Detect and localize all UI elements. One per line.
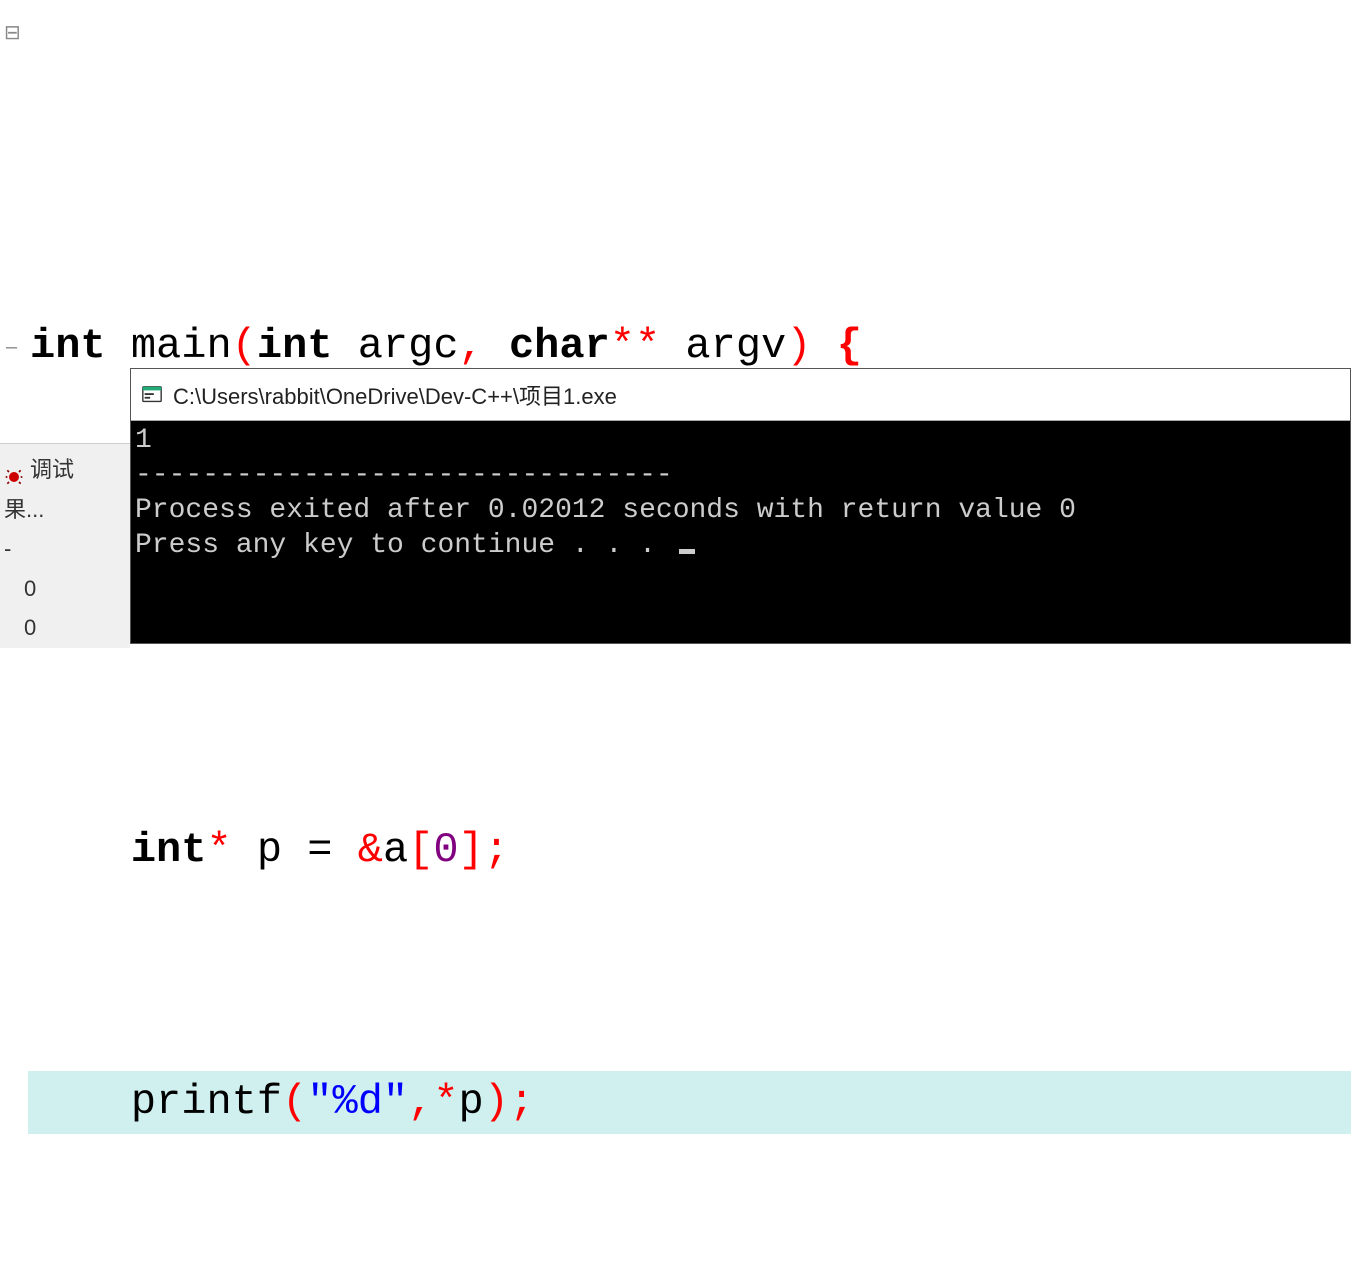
code-line-current[interactable]: printf("%d",*p); (28, 1071, 1351, 1134)
bug-icon (4, 460, 24, 480)
output-process-line: Process exited after 0.02012 seconds wit… (135, 495, 1076, 526)
console-app-icon (141, 384, 163, 406)
output-separator: -------------------------------- (135, 460, 673, 491)
output-line: 1 (135, 425, 152, 456)
panel-text: 果... (4, 490, 126, 530)
cursor-icon (679, 549, 695, 554)
panel-text: - (4, 529, 126, 569)
fold-close-icon: – (6, 332, 17, 362)
debug-tab[interactable]: 调试 (4, 450, 126, 490)
console-output[interactable]: 1 -------------------------------- Proce… (131, 421, 1350, 643)
console-title-text: C:\Users\rabbit\OneDrive\Dev-C++\项目1.exe (173, 379, 617, 411)
bottom-panel: 调试 果... - 0 0 (0, 443, 130, 648)
fold-open-icon[interactable]: ⊟ (4, 18, 21, 48)
output-press-key: Press any key to continue . . . (135, 530, 673, 561)
panel-text: 0 (4, 569, 126, 609)
code-line[interactable]: int* p = &a[0]; (28, 819, 1351, 882)
keyword-int: int (30, 322, 106, 370)
console-window[interactable]: C:\Users\rabbit\OneDrive\Dev-C++\项目1.exe… (130, 368, 1351, 644)
console-titlebar[interactable]: C:\Users\rabbit\OneDrive\Dev-C++\项目1.exe (131, 369, 1350, 421)
panel-text: 0 (4, 608, 126, 648)
code-editor[interactable]: ⊟ – int main(int argc, char** argv) { in… (0, 0, 1351, 1288)
debug-tab-label: 调试 (30, 450, 74, 490)
